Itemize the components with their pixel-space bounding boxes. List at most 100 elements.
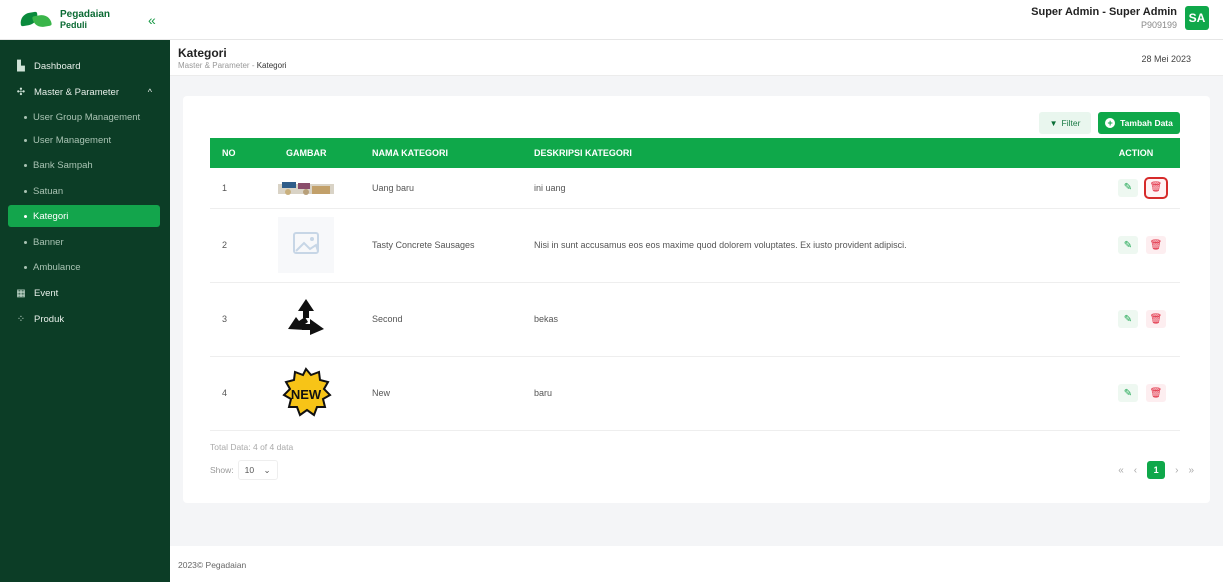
delete-button[interactable]: 🗑 xyxy=(1146,384,1166,402)
svg-text:NEW: NEW xyxy=(291,387,322,402)
header-image: GAMBAR xyxy=(286,148,327,158)
breadcrumb-current: Kategori xyxy=(256,61,287,70)
brand-name: Pegadaian xyxy=(60,9,111,20)
show-label: Show: xyxy=(210,465,234,475)
cell-name: Uang baru xyxy=(356,168,522,209)
edit-button[interactable]: ✎ xyxy=(1118,178,1138,197)
edit-icon: ✎ xyxy=(1123,387,1133,399)
user-id: P909199 xyxy=(1140,20,1177,30)
plus-circle-icon: + xyxy=(1105,118,1116,128)
sidebar-item-label: Ambulance xyxy=(33,261,81,273)
page-header: Kategori Master & Parameter - Kategori 2… xyxy=(170,40,1223,76)
sidebar-item-user-group-management[interactable]: User Group Management xyxy=(8,106,160,128)
header-description: DESKRIPSI KATEGORI xyxy=(534,148,632,158)
table-row: 4 NEW New baru ✎ 🗑 xyxy=(210,356,1180,431)
cell-name: Second xyxy=(356,282,522,357)
filter-button[interactable]: ▼ Filter xyxy=(1039,112,1091,134)
pagination: « ‹ 1 › » xyxy=(1118,461,1194,479)
image-placeholder-icon xyxy=(278,217,334,273)
edit-icon: ✎ xyxy=(1123,313,1133,325)
cell-name: New xyxy=(356,356,522,431)
chevron-up-icon: ^ xyxy=(147,87,152,97)
delete-button[interactable]: 🗑 xyxy=(1144,176,1168,199)
page-size-value: 10 xyxy=(244,465,255,475)
sidebar-item-master-parameter[interactable]: ✣ Master & Parameter ^ xyxy=(8,81,160,103)
collapse-sidebar-icon[interactable]: « xyxy=(148,12,156,28)
cell-description: baru xyxy=(522,356,1092,431)
cell-description: ini uang xyxy=(522,168,1092,209)
bullet-icon xyxy=(24,163,27,167)
edit-icon: ✎ xyxy=(1123,182,1133,194)
sidebar-item-label: Kategori xyxy=(33,210,69,222)
bullet-icon xyxy=(24,115,27,119)
grid-icon: ⁘ xyxy=(16,313,26,325)
sidebar-item-event[interactable]: ▦ Event xyxy=(8,282,160,304)
brand-sub: Peduli xyxy=(60,20,88,30)
cell-no: 4 xyxy=(210,356,274,431)
add-data-button-label: Tambah Data xyxy=(1120,118,1173,128)
sidebar-item-label: Event xyxy=(34,287,59,299)
edit-icon: ✎ xyxy=(1123,239,1133,251)
leaf-logo-icon xyxy=(19,11,54,29)
edit-button[interactable]: ✎ xyxy=(1118,310,1138,328)
sidebar-item-label: Produk xyxy=(34,313,65,325)
bullet-icon xyxy=(24,240,27,244)
edit-button[interactable]: ✎ xyxy=(1118,236,1138,254)
prev-page-icon[interactable]: ‹ xyxy=(1134,465,1137,476)
avatar[interactable]: SA xyxy=(1185,6,1209,30)
sidebar-item-label: Banner xyxy=(33,236,64,248)
page-title: Kategori xyxy=(178,46,227,60)
first-page-icon[interactable]: « xyxy=(1118,465,1124,476)
chevron-down-icon: ⌄ xyxy=(263,464,271,475)
delete-button[interactable]: 🗑 xyxy=(1146,310,1166,328)
sidebar-item-label: User Management xyxy=(33,134,112,146)
bullet-icon xyxy=(24,265,27,269)
footer-copyright: 2023© Pegadaian xyxy=(178,560,247,570)
page-size-select[interactable]: 10 ⌄ xyxy=(237,460,278,480)
add-data-button[interactable]: + Tambah Data xyxy=(1098,112,1180,134)
settings-icon: ✣ xyxy=(16,86,26,98)
top-bar: Pegadaian Peduli « Super Admin - Super A… xyxy=(0,0,1223,40)
sidebar-item-label: Master & Parameter xyxy=(34,86,119,98)
filter-button-label: Filter xyxy=(1061,118,1081,128)
table-row: 2 Tasty Concrete Sausages Nisi in sunt a… xyxy=(210,208,1180,283)
table-row: 1 Uang baru ini uang ✎ 🗑 xyxy=(210,168,1180,209)
user-menu[interactable]: Super Admin - Super Admin P909199 SA xyxy=(1031,6,1209,30)
trash-icon: 🗑 xyxy=(1149,387,1163,399)
sidebar-item-label: Dashboard xyxy=(34,60,81,72)
sidebar-item-produk[interactable]: ⁘ Produk xyxy=(8,308,160,330)
sidebar-item-satuan[interactable]: Satuan xyxy=(8,180,160,202)
cell-no: 2 xyxy=(210,208,274,283)
brand-logo[interactable]: Pegadaian Peduli xyxy=(19,6,111,34)
user-name: Super Admin - Super Admin xyxy=(1031,6,1177,18)
money-image xyxy=(278,170,334,206)
sidebar-item-ambulance[interactable]: Ambulance xyxy=(8,256,160,278)
last-page-icon[interactable]: » xyxy=(1188,465,1194,476)
table-row: 3 Second bekas ✎ 🗑 xyxy=(210,282,1180,357)
filter-icon: ▼ xyxy=(1049,118,1058,128)
delete-button[interactable]: 🗑 xyxy=(1146,236,1166,254)
sidebar-item-label: Satuan xyxy=(33,185,64,197)
sidebar-item-bank-sampah[interactable]: Bank Sampah xyxy=(8,154,160,176)
dashboard-icon: ▙ xyxy=(17,60,25,72)
cell-description: Nisi in sunt accusamus eos eos maxime qu… xyxy=(522,208,1092,283)
edit-button[interactable]: ✎ xyxy=(1118,384,1138,402)
sidebar-item-banner[interactable]: Banner xyxy=(8,231,160,253)
trash-icon: 🗑 xyxy=(1149,239,1163,251)
cell-description: bekas xyxy=(522,282,1092,357)
total-data-label: Total Data: 4 of 4 data xyxy=(210,442,294,452)
bullet-icon xyxy=(24,189,27,193)
sidebar-item-dashboard[interactable]: ▙ Dashboard xyxy=(8,55,160,77)
cell-no: 1 xyxy=(210,168,274,209)
next-page-icon[interactable]: › xyxy=(1175,465,1178,476)
breadcrumb-root[interactable]: Master & Parameter xyxy=(178,61,250,70)
page-date: 28 Mei 2023 xyxy=(1141,54,1191,64)
calendar-icon: ▦ xyxy=(16,287,26,299)
cell-name: Tasty Concrete Sausages xyxy=(356,208,522,283)
sidebar-item-user-management[interactable]: User Management xyxy=(8,129,160,151)
page-size-control: Show: 10 ⌄ xyxy=(210,460,278,480)
page-1-button[interactable]: 1 xyxy=(1147,461,1166,479)
sidebar-item-label: User Group Management xyxy=(33,111,141,123)
sidebar-item-kategori[interactable]: Kategori xyxy=(8,205,160,227)
new-badge-icon: NEW xyxy=(278,365,334,421)
